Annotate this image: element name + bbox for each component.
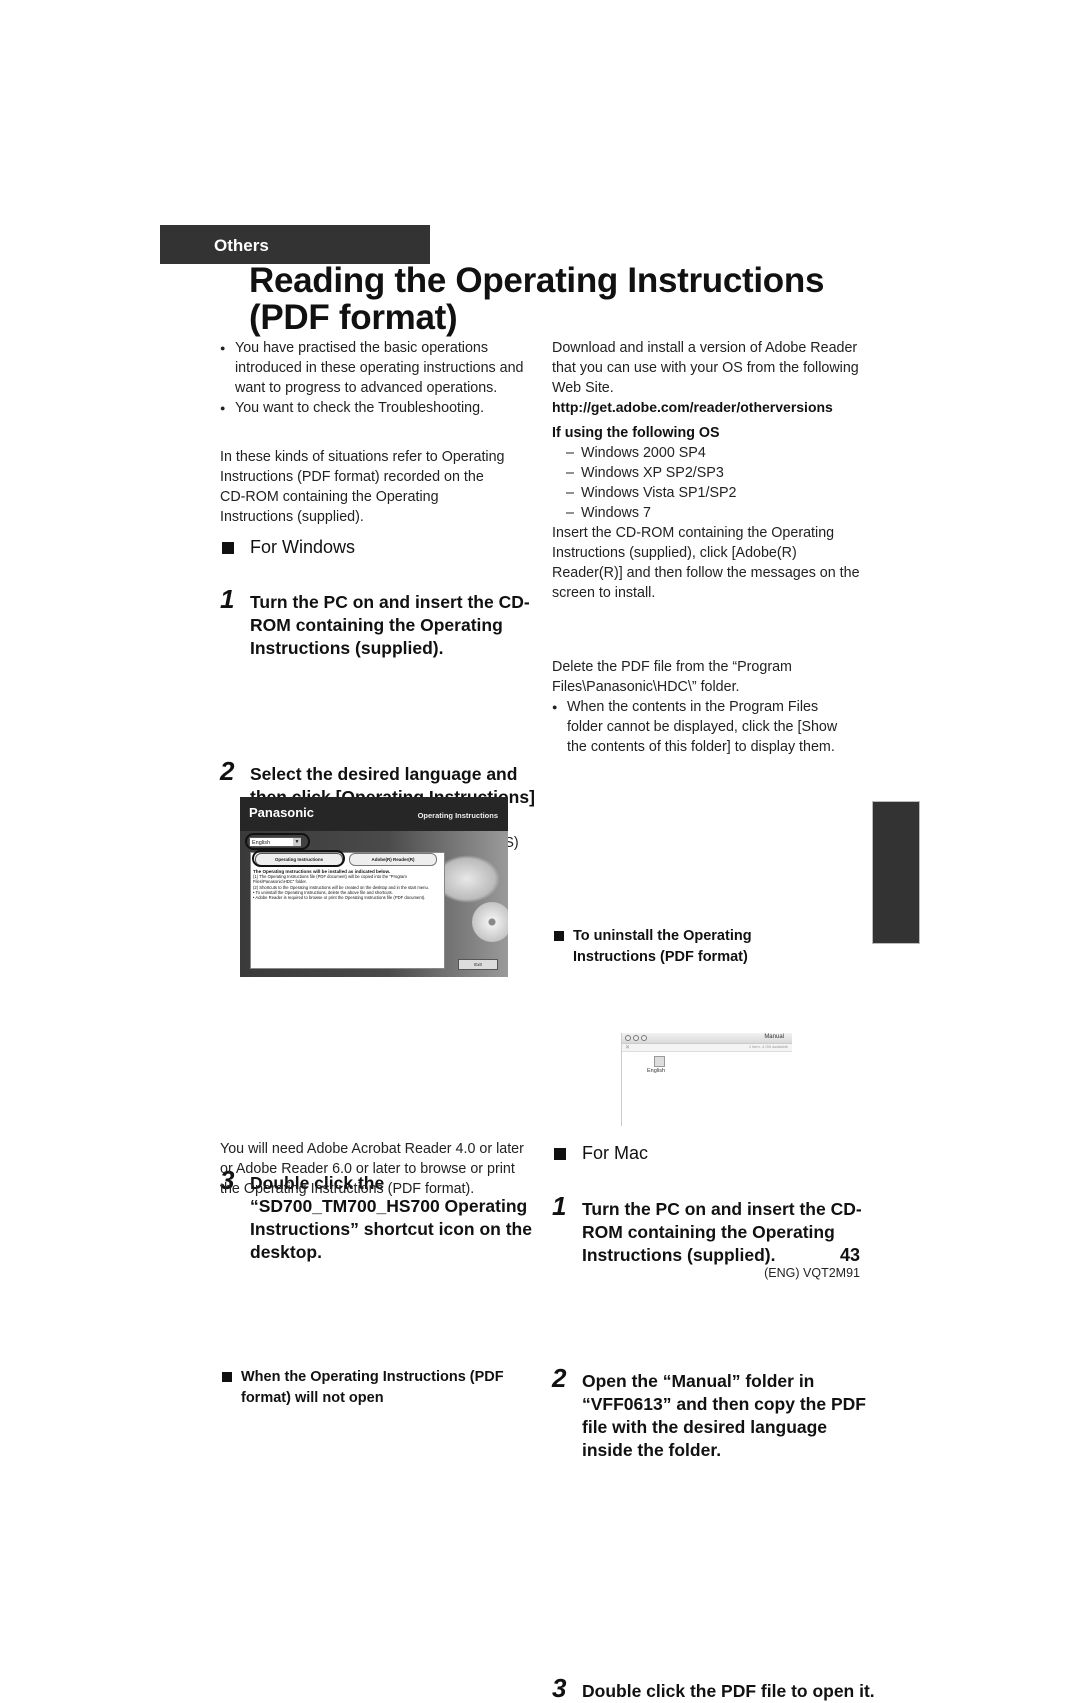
installer-description: The Operating Instructions will be insta… [253, 869, 439, 900]
cd-graphic-icon [472, 902, 508, 942]
uninstall-bullet: When the contents in the Program Files f… [552, 697, 852, 757]
step-text: Open the “Manual” folder in “VFF0613” an… [582, 1371, 866, 1460]
windows-step-1: 1 Turn the PC on and insert the CD-ROM c… [220, 584, 550, 660]
minimize-window-icon[interactable] [633, 1035, 639, 1041]
uninstall-heading: To uninstall the Operating Instructions … [552, 926, 833, 968]
os-item: Windows 2000 SP4 [552, 443, 862, 463]
mac-step-3: 3 Double click the PDF file to open it. [552, 1673, 882, 1703]
page-title: Reading the Operating Instructions (PDF … [249, 262, 889, 336]
step-number: 2 [552, 1363, 567, 1393]
zoom-window-icon[interactable] [641, 1035, 647, 1041]
highlight-ring-language [245, 833, 310, 850]
os-section: If using the following OS Windows 2000 S… [552, 423, 862, 603]
section-tab: Others [160, 225, 430, 264]
os-heading: If using the following OS [552, 425, 720, 441]
intro-bullet: You have practised the basic operations … [220, 338, 525, 398]
page-title-line2: (PDF format) [249, 298, 458, 337]
intro-paragraph: In these kinds of situations refer to Op… [220, 449, 505, 525]
step-number: 1 [552, 1191, 567, 1221]
installer-screenshot: Panasonic Operating Instructions English… [240, 797, 508, 977]
for-windows-heading: For Windows [220, 537, 550, 558]
page-title-line1: Reading the Operating Instructions [249, 261, 825, 300]
finder-screenshot: Manual ✕ 1 item, 4 GB available English [621, 1033, 792, 1126]
close-window-icon[interactable] [625, 1035, 631, 1041]
os-item: Windows XP SP2/SP3 [552, 463, 862, 483]
side-index-tab [872, 801, 920, 944]
download-text: Download and install a version of Adobe … [552, 340, 859, 396]
step-number: 1 [220, 584, 235, 614]
intro-bullets: You have practised the basic operations … [220, 338, 525, 418]
exit-button[interactable]: Exit [458, 959, 498, 970]
step-number: 3 [552, 1673, 567, 1703]
mac-step-2: 2 Open the “Manual” folder in “VFF0613” … [552, 1363, 882, 1462]
not-open-heading: When the Operating Instructions (PDF for… [220, 1367, 541, 1409]
installer-line: (1) The Operating Instructions file (PDF… [253, 874, 407, 885]
highlight-ring-operating [252, 850, 345, 867]
adobe-reader-button[interactable]: Adobe(R) Reader(R) [349, 853, 437, 866]
section-tab-label: Others [214, 236, 269, 255]
uninstall-text: Delete the PDF file from the “Program Fi… [552, 659, 792, 695]
tools-icon: ✕ [625, 1045, 631, 1051]
finder-status: 1 item, 4 GB available [748, 1044, 788, 1049]
not-open-text: You will need Adobe Acrobat Reader 4.0 o… [220, 1141, 524, 1197]
folder-icon[interactable] [654, 1056, 665, 1067]
step-number: 2 [220, 756, 235, 786]
insert-text: Insert the CD-ROM containing the Operati… [552, 525, 860, 601]
uninstall-section: Delete the PDF file from the “Program Fi… [552, 657, 852, 757]
finder-window-title: Manual [764, 1034, 784, 1040]
installer-header-title: Operating Instructions [417, 811, 498, 820]
os-item: Windows 7 [552, 503, 862, 523]
folder-label[interactable]: English [647, 1068, 665, 1074]
for-mac-heading: For Mac [552, 1143, 882, 1164]
document-code: (ENG) VQT2M91 [764, 1266, 860, 1280]
step-text: Double click the PDF file to open it. [582, 1681, 875, 1701]
intro-bullet: You want to check the Troubleshooting. [220, 398, 525, 418]
book-graphic-icon [445, 855, 500, 903]
step-text: Turn the PC on and insert the CD-ROM con… [250, 592, 530, 658]
adobe-url-link[interactable]: http://get.adobe.com/reader/otherversion… [552, 397, 872, 417]
installer-line: • Adobe Reader is required to browse or … [253, 895, 426, 901]
os-item: Windows Vista SP1/SP2 [552, 483, 862, 503]
panasonic-logo: Panasonic [249, 805, 315, 820]
page-number: 43 [839, 1245, 860, 1265]
